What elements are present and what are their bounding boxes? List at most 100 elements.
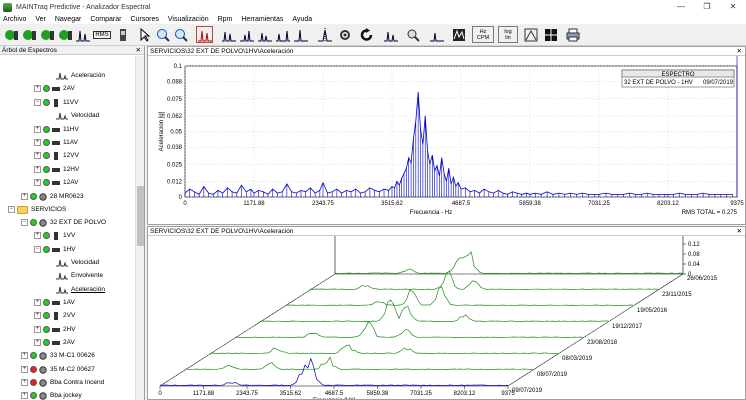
z-tick-label: 0.04 bbox=[688, 262, 700, 268]
tree-node[interactable]: Velocidad bbox=[47, 256, 99, 269]
tree-node[interactable]: + Bba jockey bbox=[21, 389, 82, 400]
expand-icon[interactable]: + bbox=[21, 193, 28, 200]
minimize-button[interactable]: — bbox=[668, 0, 694, 14]
tree-node[interactable]: +12HV bbox=[34, 163, 79, 176]
expand-icon[interactable]: + bbox=[34, 166, 41, 173]
tree-node-label: 11HV bbox=[63, 126, 79, 133]
tree-node[interactable]: +35 M-C2 00627 bbox=[21, 363, 95, 376]
zoom-in-button[interactable] bbox=[154, 26, 171, 43]
rms-button[interactable]: RMS bbox=[92, 26, 112, 43]
tree-close-icon[interactable]: ✕ bbox=[136, 46, 141, 55]
spectrum-b-button[interactable] bbox=[428, 26, 445, 43]
expand-icon[interactable]: + bbox=[34, 326, 41, 333]
tree-node[interactable]: +12VV bbox=[34, 149, 79, 162]
menu-navegar[interactable]: Navegar bbox=[55, 16, 81, 23]
tree-node[interactable]: Aceleración bbox=[47, 283, 105, 296]
filter-button[interactable] bbox=[450, 26, 467, 43]
harmonics-button[interactable] bbox=[220, 26, 237, 43]
spectrum-view-button[interactable] bbox=[74, 26, 91, 43]
menu-visualizacion[interactable]: Visualización bbox=[168, 16, 209, 23]
tree-node[interactable]: +2HV bbox=[34, 323, 76, 336]
expand-icon[interactable]: + bbox=[34, 85, 41, 92]
tree-node[interactable]: Velocidad bbox=[47, 109, 99, 122]
legend-header: ESPECTRO bbox=[661, 72, 694, 78]
maximize-button[interactable]: ❐ bbox=[694, 0, 720, 14]
collapse-icon[interactable]: − bbox=[34, 246, 41, 253]
bands-button[interactable] bbox=[256, 26, 273, 43]
tree-node[interactable]: +2AV bbox=[34, 336, 75, 349]
expand-icon[interactable]: + bbox=[21, 392, 28, 399]
expand-icon[interactable]: + bbox=[34, 139, 41, 146]
status-ok-icon bbox=[30, 193, 37, 200]
expand-icon[interactable]: + bbox=[21, 379, 28, 386]
tree-node[interactable]: +1AV bbox=[34, 296, 75, 309]
peaks-button[interactable] bbox=[274, 26, 291, 43]
expand-icon[interactable]: + bbox=[34, 339, 41, 346]
tree-node[interactable]: +12AV bbox=[34, 176, 78, 189]
settings-button[interactable] bbox=[336, 26, 353, 43]
tree-node[interactable]: + Bba Contra Incend bbox=[21, 376, 104, 389]
spectrum-close-icon[interactable]: ✕ bbox=[737, 47, 742, 56]
expand-icon[interactable]: + bbox=[34, 152, 41, 159]
menu-rpm[interactable]: Rpm bbox=[218, 16, 233, 23]
grid-button[interactable] bbox=[542, 26, 559, 43]
marker-button[interactable] bbox=[316, 26, 333, 43]
print-button[interactable] bbox=[564, 26, 581, 43]
tree-node[interactable]: +2AV bbox=[34, 82, 75, 95]
tree-node[interactable]: +28 MR0623 bbox=[21, 190, 84, 203]
tree-scroll-thumb[interactable] bbox=[137, 186, 144, 246]
collapse-icon[interactable]: − bbox=[21, 219, 28, 226]
tree-node[interactable]: +33 M-C1 00626 bbox=[21, 349, 95, 362]
spectrum-a-button[interactable] bbox=[382, 26, 399, 43]
scale-button[interactable] bbox=[522, 26, 539, 43]
tree-node[interactable]: − SERVICIOS bbox=[8, 203, 66, 216]
menu-comparar[interactable]: Comparar bbox=[90, 16, 121, 23]
tree-node[interactable]: +2VV bbox=[34, 309, 75, 322]
expand-icon[interactable]: + bbox=[21, 366, 28, 373]
waterfall-close-icon[interactable]: ✕ bbox=[737, 227, 742, 236]
tree-node-label: 2VV bbox=[63, 312, 76, 319]
collapse-icon[interactable]: − bbox=[34, 99, 41, 106]
tree-node[interactable]: − 11VV bbox=[34, 96, 78, 109]
cursor-button[interactable] bbox=[136, 26, 153, 43]
menu-ver[interactable]: Ver bbox=[35, 16, 46, 23]
tree-node[interactable]: +11AV bbox=[34, 136, 78, 149]
zoom-out-button[interactable] bbox=[172, 26, 189, 43]
sensor-button[interactable] bbox=[114, 26, 131, 43]
status-ok-icon bbox=[30, 392, 37, 399]
tree-node[interactable]: +1VV bbox=[34, 229, 75, 242]
tree-node[interactable]: − 1HV bbox=[34, 243, 76, 256]
tree-node[interactable]: − 32 EXT DE POLVO bbox=[21, 216, 106, 229]
waterfall-chart[interactable]: 00.040.080.120.160.201171.882343.753515.… bbox=[148, 236, 745, 399]
go-first-button[interactable] bbox=[2, 26, 19, 43]
expand-icon[interactable]: + bbox=[34, 232, 41, 239]
legend-series-date: 09/07/2019 bbox=[703, 80, 734, 86]
menu-herramientas[interactable]: Herramientas bbox=[241, 16, 283, 23]
tree-node[interactable]: Aceleración bbox=[47, 69, 105, 82]
search-button[interactable] bbox=[404, 26, 421, 43]
expand-icon[interactable]: + bbox=[34, 312, 41, 319]
expand-icon[interactable]: + bbox=[34, 299, 41, 306]
sidebands-button[interactable] bbox=[238, 26, 255, 43]
log-lin-button[interactable]: log lin bbox=[498, 26, 518, 43]
go-next-button[interactable] bbox=[38, 26, 55, 43]
hz-cpm-button[interactable]: Hz CPM bbox=[472, 26, 494, 43]
tree-node[interactable]: +11HV bbox=[34, 123, 79, 136]
tree-node[interactable]: Envolvente bbox=[47, 269, 103, 282]
close-button[interactable]: ✕ bbox=[720, 0, 746, 14]
collapse-icon[interactable]: − bbox=[8, 206, 15, 213]
expand-icon[interactable]: + bbox=[34, 179, 41, 186]
waterfall-view-button[interactable] bbox=[196, 26, 213, 43]
expand-icon[interactable]: + bbox=[21, 352, 28, 359]
menu-archivo[interactable]: Archivo bbox=[3, 16, 26, 23]
compare-button[interactable] bbox=[292, 26, 309, 43]
menu-ayuda[interactable]: Ayuda bbox=[292, 16, 312, 23]
go-prev-button[interactable] bbox=[20, 26, 37, 43]
tree-scrollbar[interactable] bbox=[135, 56, 144, 400]
expand-icon[interactable]: + bbox=[34, 126, 41, 133]
y-tick-label: 0.012 bbox=[167, 179, 183, 185]
go-last-button[interactable] bbox=[56, 26, 73, 43]
menu-cursores[interactable]: Cursores bbox=[130, 16, 158, 23]
refresh-button[interactable] bbox=[358, 26, 375, 43]
spectrum-chart[interactable]: 0 0.012 0.025 0.038 0.05 0.062 0.075 0.088 0.1 0 1… bbox=[148, 56, 745, 224]
